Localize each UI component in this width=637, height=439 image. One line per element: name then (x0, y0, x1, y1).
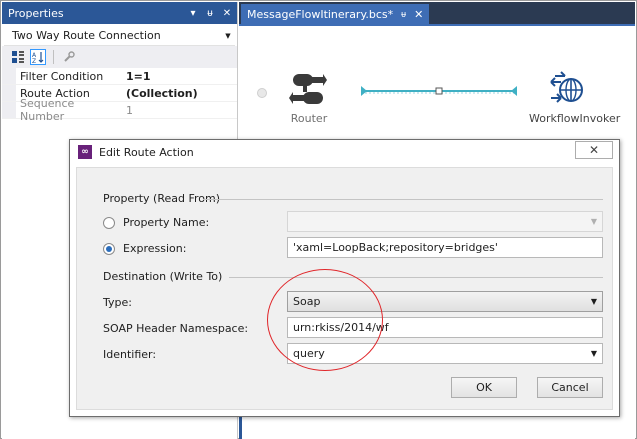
dialog-close-button[interactable]: ✕ (575, 141, 613, 159)
property-value[interactable]: (Collection) (120, 87, 237, 100)
soap-namespace-label: SOAP Header Namespace: (103, 322, 249, 335)
property-row-sequence-number[interactable]: Sequence Number 1 (2, 97, 237, 123)
object-selector[interactable]: Two Way Route Connection ▼ (4, 26, 235, 46)
workflow-invoker-label: WorkflowInvoker (529, 112, 621, 125)
properties-title: Properties (8, 6, 64, 20)
chevron-down-icon: ▼ (590, 297, 598, 306)
property-value[interactable]: 1 (120, 104, 237, 117)
identifier-label: Identifier: (103, 348, 157, 361)
expression-radio[interactable] (103, 243, 115, 255)
row-gutter (2, 102, 16, 118)
property-name-radio[interactable] (103, 217, 115, 229)
close-icon[interactable]: ✕ (414, 8, 423, 21)
property-name-select[interactable]: ▼ (287, 211, 603, 232)
tab-title: MessageFlowItinerary.bcs* (247, 7, 394, 21)
connector-line[interactable] (359, 84, 519, 98)
group-divider (229, 277, 603, 278)
pin-icon[interactable]: ᵾ (401, 9, 406, 20)
close-icon[interactable]: ✕ (220, 8, 234, 19)
expression-value: 'xaml=LoopBack;repository=bridges' (293, 241, 498, 254)
toolbar-separator (53, 50, 54, 64)
properties-title-bar: Properties ▾ ᵾ ✕ (2, 2, 237, 24)
expression-label: Expression: (123, 242, 187, 255)
dialog-title: Edit Route Action (99, 145, 194, 159)
svg-text:Z: Z (32, 58, 36, 63)
ok-button[interactable]: OK (451, 377, 517, 398)
annotation-circle (267, 269, 383, 371)
document-tab-bar: MessageFlowItinerary.bcs* ᵾ ✕ (239, 2, 635, 24)
dialog-title-bar: ∞ Edit Route Action ✕ (70, 140, 619, 164)
alphabetical-sort-icon[interactable]: AZ (30, 49, 46, 65)
row-gutter (2, 85, 16, 101)
router-label: Router (290, 112, 328, 125)
property-name: Sequence Number (20, 97, 75, 123)
workflow-invoker-icon[interactable] (549, 70, 587, 110)
destination-group-label: Destination (Write To) (103, 270, 223, 283)
properties-toolbar: AZ (2, 46, 237, 68)
group-divider (203, 199, 603, 200)
dropdown-arrow-icon[interactable]: ▾ (186, 8, 200, 19)
connection-point[interactable] (257, 88, 267, 98)
object-selector-value: Two Way Route Connection (12, 29, 161, 42)
property-name-label: Property Name: (123, 216, 210, 229)
expression-input[interactable]: 'xaml=LoopBack;repository=bridges' (287, 237, 603, 258)
tab-message-flow-itinerary[interactable]: MessageFlowItinerary.bcs* ᵾ ✕ (241, 4, 430, 24)
pin-icon[interactable]: ᵾ (203, 8, 217, 19)
property-value[interactable]: 1=1 (120, 70, 237, 83)
chevron-down-icon: ▼ (590, 217, 598, 226)
property-row-filter-condition[interactable]: Filter Condition 1=1 (2, 68, 237, 85)
cancel-button[interactable]: Cancel (537, 377, 603, 398)
wrench-icon[interactable] (61, 49, 77, 65)
router-icon[interactable] (289, 70, 327, 114)
type-label: Type: (103, 296, 132, 309)
visual-studio-icon: ∞ (78, 145, 92, 159)
row-gutter (2, 68, 16, 84)
chevron-down-icon: ▼ (590, 349, 598, 358)
property-grid: Filter Condition 1=1 Route Action (Colle… (2, 68, 237, 123)
chevron-down-icon: ▼ (225, 31, 231, 40)
categorized-icon[interactable] (10, 49, 26, 65)
property-name: Filter Condition (20, 69, 104, 83)
